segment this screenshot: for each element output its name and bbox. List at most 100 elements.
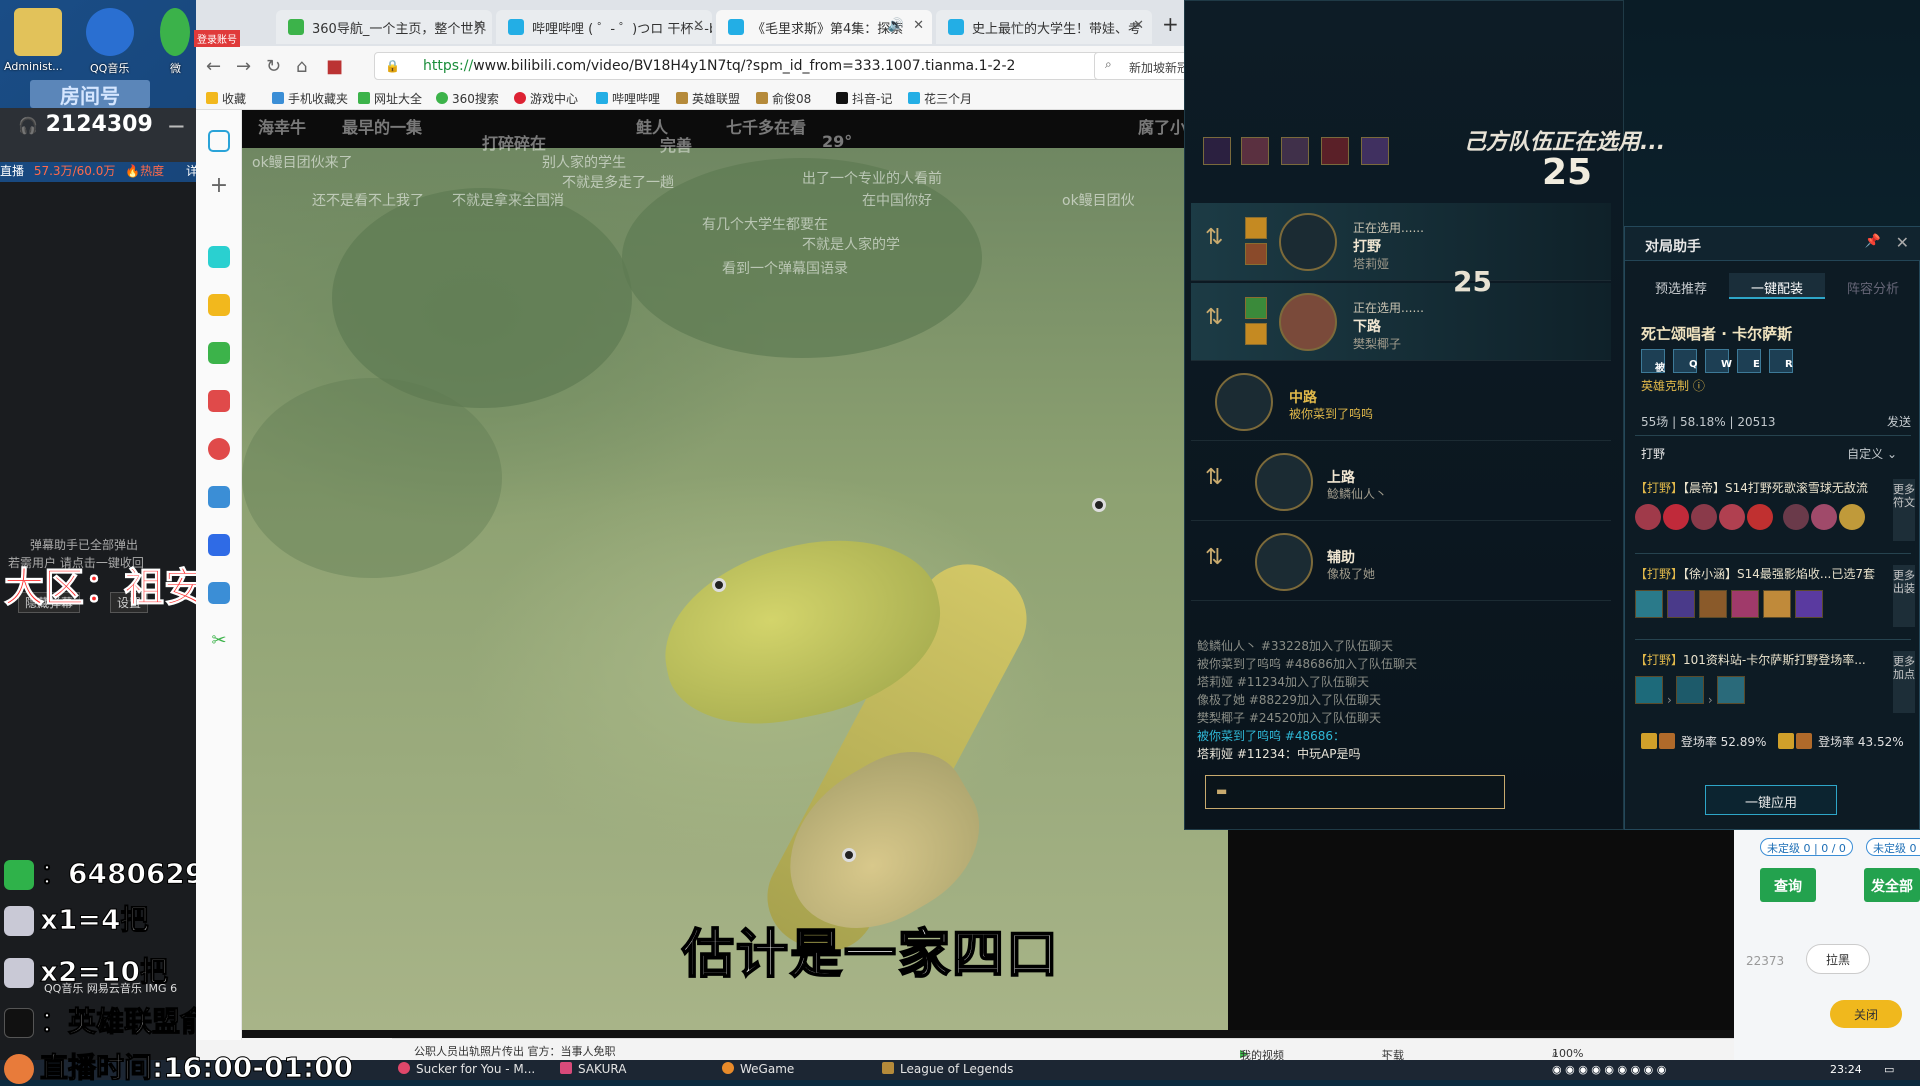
video-icon[interactable] bbox=[208, 438, 230, 460]
team-slot-jungle[interactable]: ⇅ 正在选用...... 打野 塔莉娅 bbox=[1191, 203, 1611, 281]
game-icon bbox=[4, 906, 34, 936]
close-icon[interactable]: ✕ bbox=[913, 18, 924, 33]
chat-input[interactable]: ▬ bbox=[1205, 775, 1505, 809]
counter-link[interactable]: 英雄克制 ⓘ bbox=[1641, 377, 1705, 394]
clock[interactable]: 23:24 bbox=[1830, 1063, 1862, 1076]
bookmark-yujun[interactable]: 俞俊08 bbox=[756, 90, 811, 107]
bookmark-lol[interactable]: 英雄联盟 bbox=[676, 90, 740, 107]
more-runes-button[interactable]: 更多符文 bbox=[1893, 479, 1915, 541]
bookmark-label: 手机收藏夹 bbox=[288, 92, 349, 106]
coral bbox=[242, 378, 502, 578]
item-icon bbox=[1763, 590, 1791, 618]
tray-icons[interactable]: ◉ ◉ ◉ ◉ ◉ ◉ ◉ ◉ ◉ bbox=[1552, 1063, 1666, 1076]
shield-icon[interactable]: ■ bbox=[326, 56, 343, 77]
taskbar-item-wegame[interactable]: WeGame bbox=[722, 1062, 794, 1076]
forward-icon[interactable]: → bbox=[236, 56, 251, 77]
news-ticker[interactable]: 公职人员出轨照片传出 官方：当事人免职 bbox=[414, 1043, 616, 1059]
taskbar-item-lol[interactable]: League of Legends bbox=[882, 1062, 1013, 1076]
bookmark-three-months[interactable]: 花三个月 bbox=[908, 90, 972, 107]
apply-build-button[interactable]: 一键应用 bbox=[1705, 785, 1837, 815]
notes-icon[interactable] bbox=[208, 486, 230, 508]
close-icon[interactable]: ✕ bbox=[1896, 233, 1909, 252]
danmu: 29° bbox=[822, 132, 853, 151]
team-slot-bottom[interactable]: ⇅ 正在选用...... 下路 樊梨椰子 bbox=[1191, 283, 1611, 361]
swap-icon[interactable]: ⇅ bbox=[1205, 465, 1223, 490]
tab-one-click-build[interactable]: 一键配装 bbox=[1729, 273, 1825, 299]
team-chat: 鲶鳞仙人丶 #33228加入了队伍聊天 被你菜到了呜呜 #48686加入了队伍聊… bbox=[1197, 637, 1513, 797]
send-button[interactable]: 发送 bbox=[1887, 413, 1911, 430]
rune-icon bbox=[1747, 504, 1773, 530]
live-label: 直播 bbox=[0, 164, 25, 178]
bookmark-favorites[interactable]: 收藏 bbox=[206, 90, 246, 107]
summoner-name: 塔莉娅 bbox=[1353, 257, 1390, 271]
scissors-icon[interactable]: ✂ bbox=[208, 630, 230, 652]
send-all-button[interactable]: 发全部 bbox=[1864, 868, 1920, 902]
build-tag: 【打野】 bbox=[1635, 567, 1684, 581]
tab-team-analysis[interactable]: 阵容分析 bbox=[1825, 273, 1920, 299]
bookmark-360search[interactable]: 360搜索 bbox=[436, 90, 499, 107]
bookmark-games[interactable]: 游戏中心 bbox=[514, 90, 578, 107]
notification-icon[interactable]: ▭ bbox=[1884, 1063, 1894, 1076]
more-skills-button[interactable]: 更多加点 bbox=[1893, 651, 1915, 713]
query-button[interactable]: 查询 bbox=[1760, 868, 1816, 902]
build-skills[interactable]: 【打野】101资料站-卡尔萨斯打野登场率... › › 更多加点 bbox=[1635, 651, 1915, 713]
speaker-icon[interactable]: 🔊 bbox=[888, 18, 904, 33]
more-items-button[interactable]: 更多出装 bbox=[1893, 565, 1915, 627]
sidebar-app-icon[interactable] bbox=[208, 246, 230, 268]
image-icon[interactable] bbox=[208, 342, 230, 364]
back-icon[interactable]: ← bbox=[206, 56, 221, 77]
team-slot-mid[interactable]: 中路 被你菜到了呜呜 bbox=[1191, 363, 1611, 441]
close-icon[interactable]: ✕ bbox=[473, 18, 484, 33]
bookmark-sites[interactable]: 网址大全 bbox=[358, 90, 422, 107]
tab-busy-student[interactable]: 史上最忙的大学生！带娃、考 ✕ bbox=[936, 10, 1152, 44]
build-runes[interactable]: 【打野】【晨帝】S14打野死歌滚雪球无敌流 更多符文 bbox=[1635, 479, 1915, 541]
taskbar-item-music[interactable]: Sucker for You - M... bbox=[398, 1062, 535, 1076]
chat-line: 被你菜到了呜呜 #48686： bbox=[1197, 729, 1346, 743]
team-slot-support[interactable]: ⇅ 辅助 像极了她 bbox=[1191, 523, 1611, 601]
tab-bilibili-home[interactable]: 哔哩哔哩 ( ゜- ゜)つロ 干杯~-b ✕ bbox=[496, 10, 712, 44]
bookmark-mobile[interactable]: 手机收藏夹 bbox=[272, 90, 348, 107]
build-items[interactable]: 【打野】【徐小涵】S14最强影焰收...已选7套 更多出装 bbox=[1635, 565, 1915, 627]
pdf-icon[interactable] bbox=[208, 390, 230, 412]
swap-icon[interactable]: ⇅ bbox=[1205, 225, 1223, 250]
lol-icon bbox=[756, 92, 768, 104]
doc-icon[interactable] bbox=[208, 534, 230, 556]
new-tab-button[interactable]: + bbox=[1162, 12, 1179, 36]
wechat-icon[interactable] bbox=[160, 8, 190, 56]
rate-line-1: x1=4把 bbox=[4, 898, 149, 938]
summoner-name: 鲶鳞仙人丶 bbox=[1327, 487, 1388, 501]
blacklist-button[interactable]: 拉黑 bbox=[1806, 944, 1870, 974]
minimize-icon[interactable]: — bbox=[168, 116, 184, 135]
home-icon[interactable]: ⌂ bbox=[296, 56, 307, 77]
danmu: 不就是人家的学 bbox=[802, 237, 900, 253]
bilibili-icon bbox=[728, 19, 744, 35]
tab-mauritius-video[interactable]: 《毛里求斯》第4集：探索 🔊 ✕ bbox=[716, 10, 932, 44]
skill-e-icon bbox=[1675, 676, 1704, 704]
bookmark-douyin[interactable]: 抖音-记 bbox=[836, 90, 892, 107]
rune-icon bbox=[1811, 504, 1837, 530]
tab-preselect[interactable]: 预选推荐 bbox=[1633, 273, 1729, 299]
add-icon[interactable]: + bbox=[208, 175, 230, 198]
swap-icon[interactable]: ⇅ bbox=[1205, 545, 1223, 570]
home-icon[interactable] bbox=[208, 130, 230, 152]
close-icon[interactable]: ✕ bbox=[1133, 18, 1144, 33]
login-badge[interactable]: 登录账号 bbox=[194, 30, 240, 47]
bookmark-bilibili[interactable]: 哔哩哔哩 bbox=[596, 90, 660, 107]
tab-360-nav[interactable]: 360导航_一个主页，整个世界 ✕ bbox=[276, 10, 492, 44]
taskbar-label: League of Legends bbox=[900, 1062, 1014, 1076]
taskbar-item-sakura[interactable]: SAKURA bbox=[560, 1062, 626, 1076]
summoner-spell-icon bbox=[1245, 323, 1267, 345]
custom-dropdown[interactable]: 自定义 ⌄ bbox=[1847, 445, 1897, 462]
role-selector[interactable]: 打野 bbox=[1641, 445, 1665, 462]
refresh-icon[interactable]: ↻ bbox=[266, 56, 281, 77]
swap-icon[interactable]: ⇅ bbox=[1205, 305, 1223, 330]
pin-icon[interactable]: 📌 bbox=[1865, 234, 1881, 249]
close-button[interactable]: 关闭 bbox=[1830, 1000, 1902, 1028]
admin-folder-icon[interactable] bbox=[14, 8, 62, 56]
close-icon[interactable]: ✕ bbox=[693, 18, 704, 33]
video-progress-bar[interactable] bbox=[242, 1030, 1734, 1038]
team-slot-top[interactable]: ⇅ 上路 鲶鳞仙人丶 bbox=[1191, 443, 1611, 521]
translate-icon[interactable] bbox=[208, 582, 230, 604]
qq-music-icon[interactable] bbox=[86, 8, 134, 56]
star-icon[interactable] bbox=[208, 294, 230, 316]
